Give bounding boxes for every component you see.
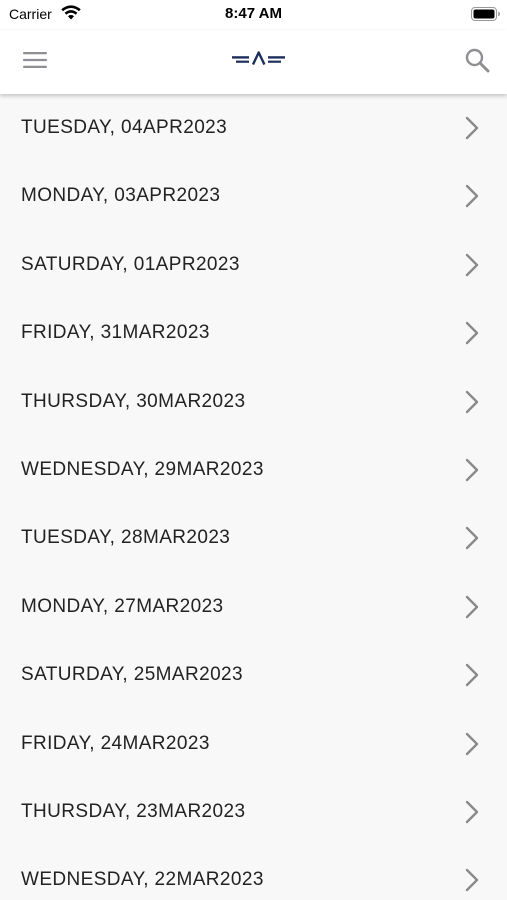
- chevron-right-icon: [465, 116, 479, 140]
- navigation-bar: [0, 30, 507, 94]
- chevron-right-icon: [465, 390, 479, 413]
- date-list-item[interactable]: WEDNESDAY, 29MAR2023: [0, 436, 507, 504]
- date-label: MONDAY, 27MAR2023: [21, 595, 224, 617]
- date-list-item[interactable]: SATURDAY, 25MAR2023: [0, 641, 507, 709]
- chevron-right-icon: [465, 253, 479, 276]
- status-time: 8:47 AM: [225, 5, 282, 22]
- chevron-right-icon: [465, 663, 479, 687]
- search-icon[interactable]: [463, 46, 491, 74]
- date-label: TUESDAY, 28MAR2023: [21, 527, 231, 549]
- date-label: WEDNESDAY, 29MAR2023: [21, 458, 264, 480]
- date-list-item[interactable]: THURSDAY, 30MAR2023: [0, 368, 507, 436]
- battery-icon: [471, 7, 500, 21]
- date-list-item[interactable]: MONDAY, 27MAR2023: [0, 573, 507, 641]
- date-list-item[interactable]: MONDAY, 03APR2023: [0, 162, 507, 230]
- app-logo-icon: [232, 51, 285, 66]
- date-label: FRIDAY, 24MAR2023: [21, 732, 210, 754]
- hamburger-menu-icon[interactable]: [22, 50, 48, 70]
- date-label: MONDAY, 03APR2023: [21, 185, 221, 207]
- date-label: SATURDAY, 25MAR2023: [21, 664, 243, 686]
- chevron-right-icon: [465, 458, 479, 482]
- chevron-right-icon: [465, 800, 479, 824]
- date-list: TUESDAY, 04APR2023 MONDAY, 03APR2023 SAT…: [0, 94, 507, 900]
- date-label: THURSDAY, 30MAR2023: [21, 390, 246, 412]
- date-label: TUESDAY, 04APR2023: [21, 117, 228, 138]
- chevron-right-icon: [465, 869, 479, 892]
- chevron-right-icon: [465, 527, 479, 550]
- date-label: WEDNESDAY, 22MAR2023: [21, 869, 264, 891]
- date-label: SATURDAY, 01APR2023: [21, 253, 240, 275]
- date-list-item[interactable]: SATURDAY, 01APR2023: [0, 231, 507, 299]
- date-label: THURSDAY, 23MAR2023: [21, 800, 246, 822]
- date-list-item[interactable]: TUESDAY, 04APR2023: [0, 94, 507, 162]
- date-list-item[interactable]: FRIDAY, 24MAR2023: [0, 710, 507, 778]
- chevron-right-icon: [465, 595, 479, 618]
- date-label: FRIDAY, 31MAR2023: [21, 322, 210, 344]
- chevron-right-icon: [465, 732, 479, 755]
- status-bar: Carrier 8:47 AM: [0, 0, 507, 30]
- date-list-item[interactable]: FRIDAY, 31MAR2023: [0, 299, 507, 367]
- date-list-item[interactable]: TUESDAY, 28MAR2023: [0, 504, 507, 572]
- chevron-right-icon: [465, 321, 479, 345]
- chevron-right-icon: [465, 185, 479, 208]
- date-list-item[interactable]: WEDNESDAY, 22MAR2023: [0, 846, 507, 900]
- date-list-item[interactable]: THURSDAY, 23MAR2023: [0, 778, 507, 846]
